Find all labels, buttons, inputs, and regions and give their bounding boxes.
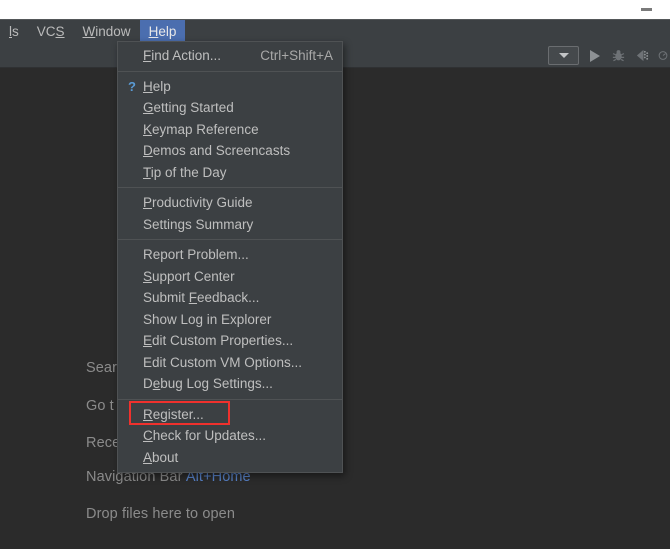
run-config-dropdown[interactable] [548,46,579,65]
menu-item-label: Report Problem... [143,247,249,262]
chevron-down-icon [558,53,569,58]
hint-goto: Go t [86,398,114,414]
menu-separator [118,70,342,72]
hint-search: Sear [86,360,118,376]
menu-item-label: Debug Log Settings... [143,376,273,391]
menu-item-demos-and-screencasts[interactable]: Demos and Screencasts [118,140,342,162]
help-question-icon: ? [128,78,136,94]
menu-item-label: Edit Custom VM Options... [143,354,303,370]
menu-item-submit-feedback[interactable]: Submit Feedback... [118,287,342,309]
menu-item-support-center[interactable]: Support Center [118,266,342,288]
menubar-item-ls[interactable]: ls [0,20,28,44]
menu-item-show-log-in-explorer[interactable]: Show Log in Explorer [118,309,342,331]
debug-icon[interactable] [610,47,627,64]
menu-item-edit-custom-vm-options[interactable]: Edit Custom VM Options... [118,352,342,374]
help-dropdown-menu: Find Action... Ctrl+Shift+A? Help Getting S… [117,41,343,473]
menu-item-label: Demos and Screencasts [143,143,291,158]
minimize-button[interactable] [632,0,660,19]
menu-separator [118,398,342,400]
menu-item-about[interactable]: About [118,447,342,469]
menu-item-label: Edit Custom Properties... [143,333,294,348]
menu-separator [118,239,342,240]
profile-icon[interactable] [658,47,668,64]
menu-item-check-for-updates[interactable]: Check for Updates... [118,425,342,447]
menu-item-label: Tip of the Day [143,164,227,180]
play-triangle-icon [589,49,600,62]
bug-icon [612,50,625,62]
profiler-circle-icon [658,51,668,60]
menu-item-label: Support Center [143,268,235,284]
menu-item-help[interactable]: ? Help [118,76,342,98]
menubar-item-window[interactable]: Window [74,20,140,44]
menu-item-edit-custom-properties[interactable]: Edit Custom Properties... [118,330,342,352]
menu-item-productivity-guide[interactable]: Productivity Guide [118,192,342,214]
hint-drop-files: Drop files here to open [86,506,235,522]
menubar-item-help[interactable]: Help [139,19,186,44]
menu-item-getting-started[interactable]: Getting Started [118,97,342,119]
coverage-icon[interactable] [634,47,651,64]
menu-bar: ls VCS Window Help [0,19,670,44]
menu-item-label: Keymap Reference [143,121,259,137]
menu-item-label: Find Action... [143,48,222,63]
menu-item-tip-of-the-day[interactable]: Tip of the Day [118,162,342,184]
menu-separator [118,187,342,188]
menu-item-debug-log-settings[interactable]: Debug Log Settings... [118,373,342,395]
menu-item-register[interactable]: Register... [118,401,342,425]
menu-item-label: Check for Updates... [143,428,267,443]
window-title-bar [0,0,670,19]
menu-item-label: Show Log in Explorer [143,311,272,327]
menu-item-shortcut: Ctrl+Shift+A [260,48,333,63]
coverage-shield-icon [636,49,649,62]
run-icon[interactable] [586,47,603,64]
menu-item-keymap-reference[interactable]: Keymap Reference [118,119,342,141]
menubar-item-vcs[interactable]: VCS [28,20,74,44]
menu-item-label: Getting Started [143,100,234,115]
menu-item-find-action[interactable]: Find Action... Ctrl+Shift+A [118,45,342,67]
menu-item-label: Register... [143,406,204,422]
run-toolbar-group [548,43,670,68]
minimize-icon [640,8,652,11]
menu-item-label: Settings Summary [143,216,254,232]
menu-item-settings-summary[interactable]: Settings Summary [118,214,342,236]
menu-item-label: Productivity Guide [143,195,253,210]
menu-item-label: Help [143,78,171,94]
menu-item-report-problem[interactable]: Report Problem... [118,244,342,266]
menu-item-label: About [143,449,179,465]
menu-item-label: Submit Feedback... [143,290,260,305]
